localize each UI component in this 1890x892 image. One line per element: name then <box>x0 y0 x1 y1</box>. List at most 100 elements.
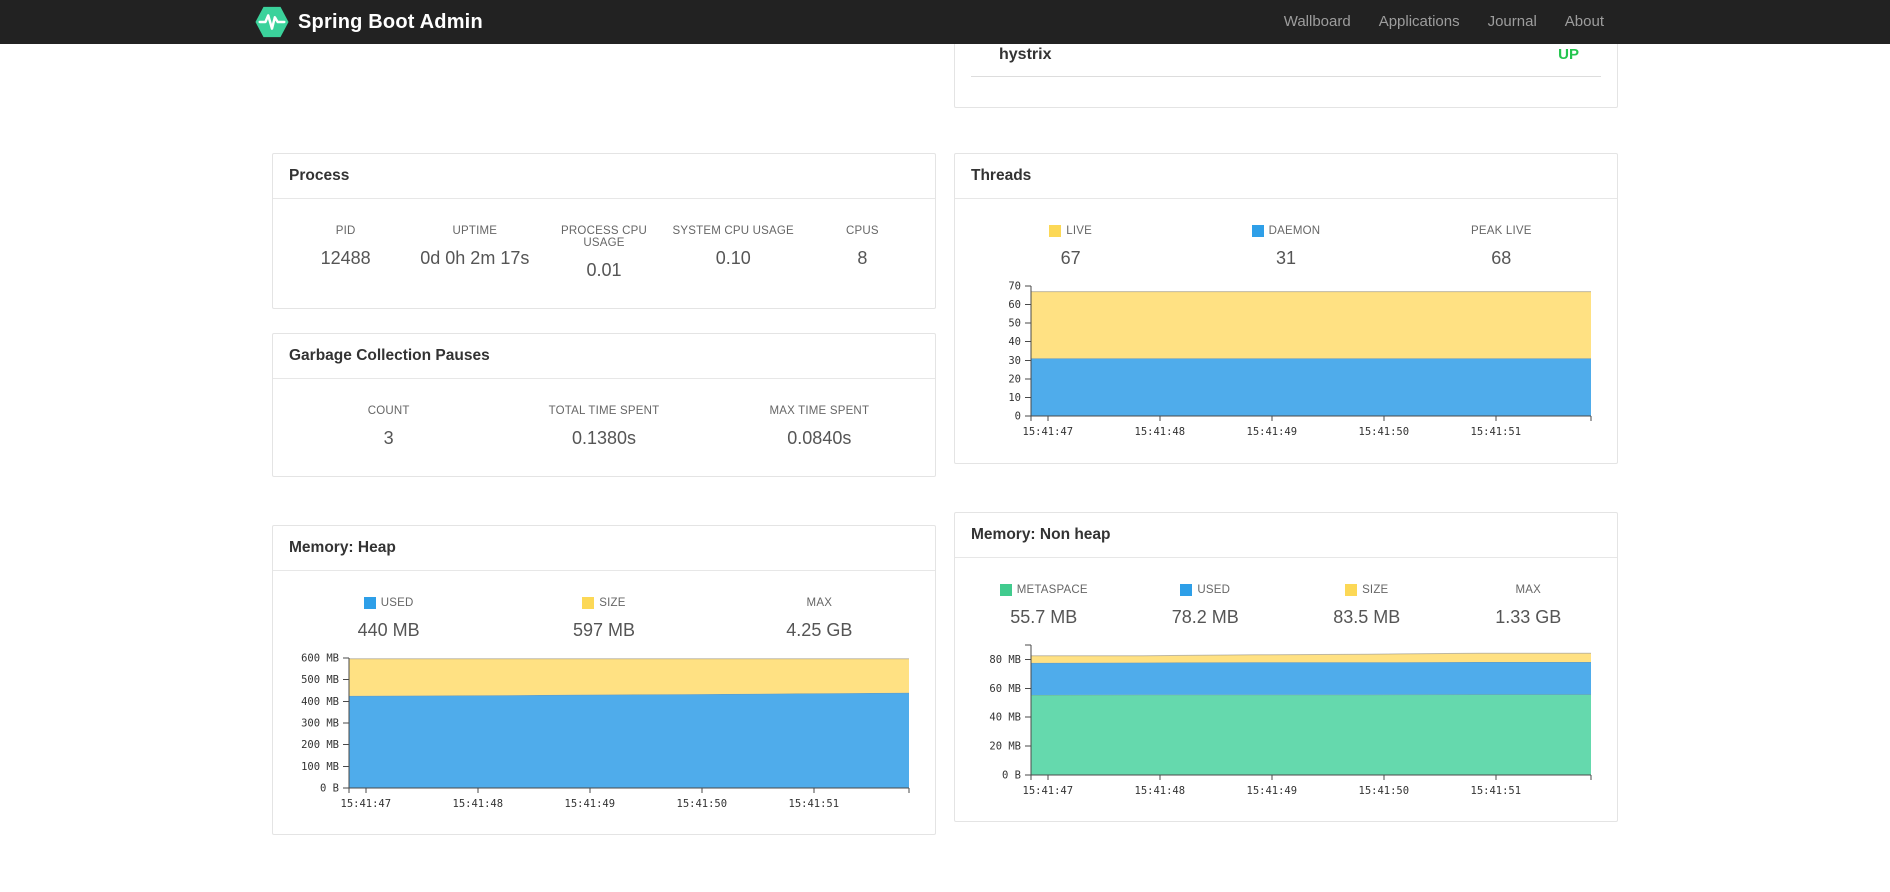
metric-system-cpu: SYSTEM CPU USAGE 0.10 <box>669 225 798 282</box>
svg-text:20 MB: 20 MB <box>989 741 1021 753</box>
svg-text:0 B: 0 B <box>320 783 339 795</box>
top-navbar: Spring Boot Admin Wallboard Applications… <box>0 0 1890 44</box>
metric-value: 0.1380s <box>571 428 637 448</box>
process-panel-header: Process <box>273 154 935 199</box>
svg-text:15:41:51: 15:41:51 <box>789 798 840 810</box>
used-legend-swatch <box>363 597 376 609</box>
svg-text:15:41:49: 15:41:49 <box>565 798 616 810</box>
process-metrics: PID 12488 UPTIME 0d 0h 2m 17s PROCESS CP… <box>273 199 935 308</box>
panel-title: Garbage Collection Pauses <box>289 347 490 364</box>
metric-threads-live: LIVE 67 <box>963 225 1178 270</box>
svg-text:500 MB: 500 MB <box>301 674 339 686</box>
metric-label: UPTIME <box>452 225 498 237</box>
daemon-legend-swatch <box>1251 225 1264 237</box>
svg-text:15:41:51: 15:41:51 <box>1471 785 1522 797</box>
panel-title: Memory: Heap <box>289 539 396 556</box>
gc-panel-header: Garbage Collection Pauses <box>273 334 935 379</box>
svg-text:60 MB: 60 MB <box>989 683 1021 695</box>
svg-text:15:41:47: 15:41:47 <box>1023 426 1074 438</box>
metric-gc-total-time: TOTAL TIME SPENT 0.1380s <box>496 405 711 450</box>
metric-threads-peak: PEAK LIVE 68 <box>1394 225 1609 270</box>
threads-panel: Threads LIVE 67 DAEMON 31 PEAK LIVE 68 0… <box>954 153 1618 464</box>
memory-nonheap-chart: 0 B 20 MB 40 MB 60 MB 80 MB 15:41:47 15:41:48 1… <box>955 637 1617 821</box>
metric-label: MAX TIME SPENT <box>769 405 870 417</box>
metric-nonheap-max: MAX 1.33 GB <box>1448 584 1610 629</box>
brand-link[interactable]: Spring Boot Admin <box>255 5 483 39</box>
svg-text:70: 70 <box>1008 281 1021 293</box>
metric-pid: PID 12488 <box>281 225 410 282</box>
metric-label: USED <box>281 597 496 609</box>
svg-text:15:41:48: 15:41:48 <box>453 798 504 810</box>
nav-link-about[interactable]: About <box>1551 0 1618 44</box>
metric-value: 597 MB <box>572 620 636 640</box>
svg-text:15:41:48: 15:41:48 <box>1135 426 1186 438</box>
memory-nonheap-panel-header: Memory: Non heap <box>955 513 1617 558</box>
metric-value: 0.01 <box>586 260 622 280</box>
svg-text:80 MB: 80 MB <box>989 654 1021 666</box>
threads-metrics: LIVE 67 DAEMON 31 PEAK LIVE 68 <box>955 199 1617 278</box>
svg-text:40: 40 <box>1008 336 1021 348</box>
metric-value: 0.10 <box>715 248 751 268</box>
metric-value: 12488 <box>320 248 371 268</box>
metric-value: 440 MB <box>357 620 420 640</box>
svg-text:15:41:51: 15:41:51 <box>1471 426 1522 438</box>
main-content: Process PID 12488 UPTIME 0d 0h 2m 17s PR… <box>272 32 1618 835</box>
metric-nonheap-used: USED 78.2 MB <box>1125 584 1287 629</box>
metaspace-legend-swatch <box>999 584 1012 596</box>
svg-text:600 MB: 600 MB <box>301 653 339 665</box>
used-legend-swatch <box>1180 584 1193 596</box>
svg-text:15:41:48: 15:41:48 <box>1135 785 1186 797</box>
metric-threads-daemon: DAEMON 31 <box>1178 225 1393 270</box>
metric-label: SIZE <box>1286 584 1448 596</box>
svg-text:100 MB: 100 MB <box>301 761 339 773</box>
metric-value: 78.2 MB <box>1171 607 1239 627</box>
metric-value: 0.0840s <box>787 428 852 448</box>
nav-links: Wallboard Applications Journal About <box>1270 0 1618 44</box>
metric-value: 8 <box>857 248 868 268</box>
svg-text:200 MB: 200 MB <box>301 739 339 751</box>
svg-text:15:41:50: 15:41:50 <box>1359 426 1410 438</box>
svg-text:400 MB: 400 MB <box>301 696 339 708</box>
metric-uptime: UPTIME 0d 0h 2m 17s <box>410 225 539 282</box>
metric-label: PEAK LIVE <box>1471 225 1532 237</box>
metric-value: 4.25 GB <box>786 620 853 640</box>
svg-text:0: 0 <box>1015 411 1021 423</box>
svg-text:20: 20 <box>1008 373 1021 385</box>
size-legend-swatch <box>1345 584 1358 596</box>
panel-title: Threads <box>971 167 1032 184</box>
nav-link-wallboard[interactable]: Wallboard <box>1270 0 1365 44</box>
heap-metrics: USED 440 MB SIZE 597 MB MAX 4.25 GB <box>273 571 935 650</box>
svg-text:50: 50 <box>1008 318 1021 330</box>
metric-label: SYSTEM CPU USAGE <box>672 225 794 237</box>
metric-label: CPUS <box>846 225 879 237</box>
metric-label: DAEMON <box>1178 225 1393 237</box>
svg-text:15:41:47: 15:41:47 <box>341 798 392 810</box>
metric-value: 68 <box>1491 248 1512 268</box>
metric-label: MAX <box>806 597 833 609</box>
svg-text:15:41:49: 15:41:49 <box>1247 785 1298 797</box>
metric-heap-max: MAX 4.25 GB <box>712 597 927 642</box>
nonheap-metrics: METASPACE 55.7 MB USED 78.2 MB SIZE 83.5… <box>955 558 1617 637</box>
metric-label: PID <box>335 225 356 237</box>
svg-text:60: 60 <box>1008 299 1021 311</box>
metric-label: LIVE <box>963 225 1178 237</box>
metric-label: METASPACE <box>963 584 1125 596</box>
metric-heap-size: SIZE 597 MB <box>496 597 711 642</box>
svg-text:10: 10 <box>1008 392 1021 404</box>
metric-label: COUNT <box>367 405 410 417</box>
memory-nonheap-panel: Memory: Non heap METASPACE 55.7 MB USED … <box>954 512 1618 822</box>
application-status-badge: UP <box>1558 46 1579 63</box>
metric-value: 55.7 MB <box>1010 607 1078 627</box>
nav-link-applications[interactable]: Applications <box>1365 0 1474 44</box>
memory-heap-panel-header: Memory: Heap <box>273 526 935 571</box>
gc-panel: Garbage Collection Pauses COUNT 3 TOTAL … <box>272 333 936 477</box>
gc-metrics: COUNT 3 TOTAL TIME SPENT 0.1380s MAX TIM… <box>273 379 935 476</box>
application-name: hystrix <box>999 45 1052 63</box>
live-legend-swatch <box>1049 225 1062 237</box>
metric-value: 3 <box>383 428 394 448</box>
nav-link-journal[interactable]: Journal <box>1474 0 1551 44</box>
metric-value: 31 <box>1275 248 1296 268</box>
metric-value: 83.5 MB <box>1333 607 1401 627</box>
svg-text:15:41:50: 15:41:50 <box>1359 785 1410 797</box>
metric-label: SIZE <box>496 597 711 609</box>
